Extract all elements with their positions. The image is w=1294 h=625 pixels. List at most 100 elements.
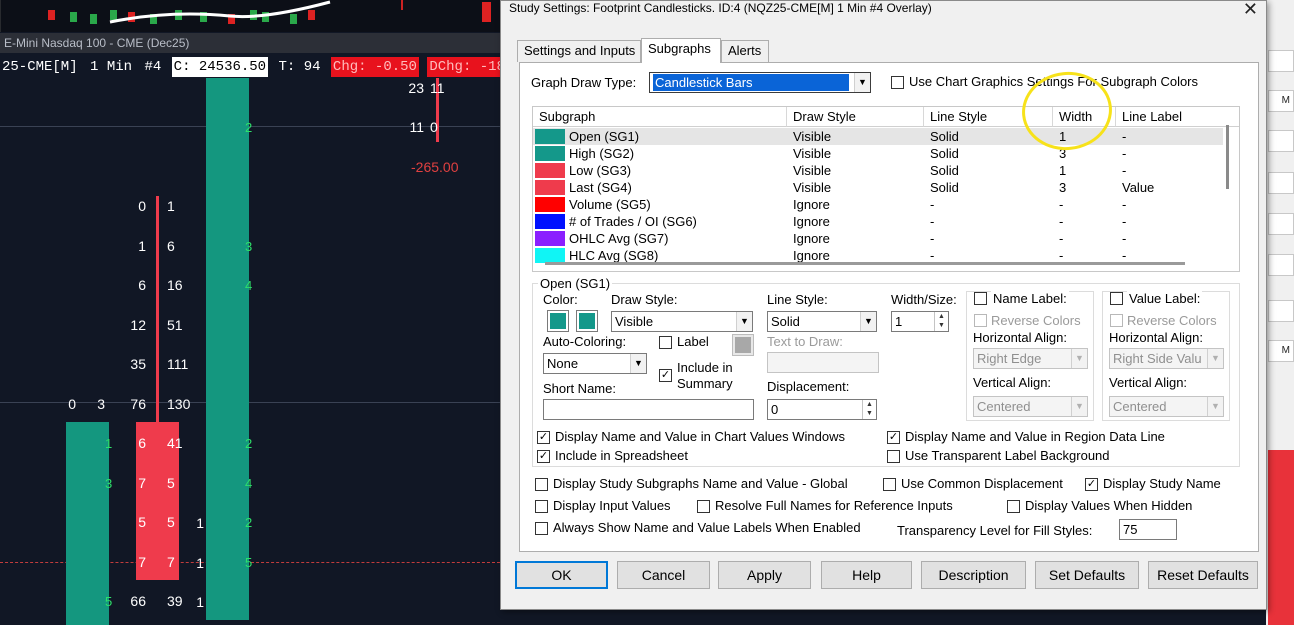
display-study-name-checkbox[interactable]: ✓: [1085, 478, 1098, 491]
spinner-arrows-icon[interactable]: ▲ ▼: [934, 312, 948, 331]
name-reverse-colors-checkbox[interactable]: [974, 314, 987, 327]
apply-button[interactable]: Apply: [718, 561, 811, 589]
value-reverse-colors-checkbox[interactable]: [1110, 314, 1123, 327]
value-horizontal-align-select[interactable]: Right Side Valu ▼: [1109, 348, 1224, 369]
subgraph-color-swatch[interactable]: [535, 214, 565, 229]
grid-vertical-scrollbar[interactable]: [1223, 109, 1233, 269]
display-input-values-checkbox[interactable]: [535, 500, 548, 513]
close-icon[interactable]: ✕: [1243, 0, 1258, 20]
displacement-input[interactable]: 0 ▲ ▼: [767, 399, 877, 420]
text-to-draw-input[interactable]: [767, 352, 879, 373]
subgraph-color-swatch[interactable]: [535, 163, 565, 178]
footprint-ask: 1: [167, 198, 175, 214]
grid-row[interactable]: Volume (SG5) Ignore - - -: [533, 196, 1223, 213]
set-defaults-button[interactable]: Set Defaults: [1035, 561, 1139, 589]
grid-horizontal-scrollbar[interactable]: [545, 262, 1185, 265]
primary-color-swatch[interactable]: [547, 310, 569, 332]
cancel-button[interactable]: Cancel: [617, 561, 710, 589]
grid-cell-line: -: [930, 197, 935, 212]
use-transparent-bg-checkbox[interactable]: [887, 450, 900, 463]
toolbar-button[interactable]: [1268, 300, 1294, 322]
toolbar-button[interactable]: [1268, 254, 1294, 276]
secondary-color-swatch[interactable]: [576, 310, 598, 332]
mini-bar: [90, 14, 97, 24]
auto-coloring-select[interactable]: None ▼: [543, 353, 647, 374]
grid-row[interactable]: # of Trades / OI (SG6) Ignore - - -: [533, 213, 1223, 230]
include-spreadsheet-checkbox[interactable]: ✓: [537, 450, 550, 463]
always-show-labels-label: Always Show Name and Value Labels When E…: [553, 520, 861, 535]
value-label-checkbox[interactable]: [1110, 292, 1123, 305]
toolbar-button[interactable]: [1268, 130, 1294, 152]
draw-style-value: Visible: [615, 314, 654, 329]
chart-window-title: E-Mini Nasdaq 100 - CME (Dec25): [0, 33, 500, 53]
line-style-select[interactable]: Solid ▼: [767, 311, 877, 332]
name-label-checkbox[interactable]: [974, 292, 987, 305]
grid-cell-name: # of Trades / OI (SG6): [569, 214, 697, 229]
draw-style-select[interactable]: Visible ▼: [611, 311, 753, 332]
graph-draw-type-label: Graph Draw Type:: [531, 75, 637, 90]
grid-cell-width: 1: [1059, 163, 1067, 178]
tab-subgraphs[interactable]: Subgraphs: [641, 38, 721, 63]
width-size-input[interactable]: 1 ▲ ▼: [891, 311, 949, 332]
tab-alerts[interactable]: Alerts: [721, 40, 769, 62]
toolbar-button[interactable]: M: [1268, 90, 1294, 112]
description-button[interactable]: Description: [921, 561, 1026, 589]
subgraph-color-swatch[interactable]: [535, 248, 565, 263]
toolbar-button[interactable]: M: [1268, 340, 1294, 362]
grid-cell-label: -: [1122, 197, 1127, 212]
always-show-labels-checkbox[interactable]: [535, 522, 548, 535]
name-reverse-colors-label: Reverse Colors: [991, 313, 1081, 328]
subgraph-color-swatch[interactable]: [535, 180, 565, 195]
grid-row[interactable]: High (SG2) Visible Solid 3-: [533, 145, 1223, 162]
label-checkbox[interactable]: [659, 336, 672, 349]
include-summary-checkbox[interactable]: ✓: [659, 369, 672, 382]
tab-settings-and-inputs[interactable]: Settings and Inputs: [517, 40, 641, 62]
subgraph-color-swatch[interactable]: [535, 231, 565, 246]
green-mark: 5: [105, 594, 113, 609]
display-region-data-checkbox[interactable]: ✓: [887, 431, 900, 444]
ok-button[interactable]: OK: [515, 561, 608, 589]
display-subgraphs-global-checkbox[interactable]: [535, 478, 548, 491]
grid-cell-name: Volume (SG5): [569, 197, 651, 212]
use-chart-graphics-checkbox[interactable]: [891, 76, 904, 89]
value-vertical-align-select[interactable]: Centered ▼: [1109, 396, 1224, 417]
scroll-thumb[interactable]: [1226, 125, 1229, 189]
display-values-hidden-checkbox[interactable]: [1007, 500, 1020, 513]
mini-bars: [48, 10, 315, 24]
transparency-input[interactable]: 75: [1119, 519, 1177, 540]
grid-cell-width: -: [1059, 214, 1064, 229]
grid-header-line-label[interactable]: Line Label: [1116, 107, 1239, 127]
label-color-swatch[interactable]: [732, 334, 754, 356]
short-name-input[interactable]: [543, 399, 754, 420]
grid-cell-line: -: [930, 231, 935, 246]
grid-row[interactable]: OHLC Avg (SG7) Ignore - - -: [533, 230, 1223, 247]
subgraph-color-swatch[interactable]: [535, 129, 565, 144]
name-horizontal-align-select[interactable]: Right Edge ▼: [973, 348, 1088, 369]
grid-row[interactable]: Low (SG3) Visible Solid 1 -: [533, 162, 1223, 179]
green-mark: 2: [245, 120, 253, 135]
spinner-arrows-icon[interactable]: ▲ ▼: [862, 400, 876, 419]
use-common-displacement-checkbox[interactable]: [883, 478, 896, 491]
grid-header-draw-style[interactable]: Draw Style: [787, 107, 924, 127]
subgraph-color-swatch[interactable]: [535, 197, 565, 212]
toolbar-button[interactable]: [1268, 50, 1294, 72]
grid-cell-draw: Ignore: [793, 214, 830, 229]
subgraph-color-swatch[interactable]: [535, 146, 565, 161]
line-style-label: Line Style:: [767, 292, 828, 307]
graph-draw-type-select[interactable]: Candlestick Bars ▼: [649, 72, 871, 93]
use-transparent-bg-label: Use Transparent Label Background: [905, 448, 1110, 463]
footprint-bid: 7: [138, 474, 146, 491]
toolbar-button[interactable]: [1268, 172, 1294, 194]
resolve-full-names-checkbox[interactable]: [697, 500, 710, 513]
chevron-down-icon: ▼: [1207, 349, 1223, 368]
help-button[interactable]: Help: [821, 561, 912, 589]
green-candle-body: [66, 422, 109, 625]
name-vertical-align-select[interactable]: Centered ▼: [973, 396, 1088, 417]
reset-defaults-button[interactable]: Reset Defaults: [1148, 561, 1258, 589]
grid-row[interactable]: Open (SG1) Visible Solid 1-: [533, 128, 1223, 145]
display-chart-values-checkbox[interactable]: ✓: [537, 431, 550, 444]
grid-row[interactable]: Last (SG4) Visible Solid 3 Value: [533, 179, 1223, 196]
toolbar-button[interactable]: [1268, 213, 1294, 235]
grid-header-subgraph[interactable]: Subgraph: [533, 107, 787, 127]
subgraph-grid[interactable]: Subgraph Draw Style Line Style Width Lin…: [532, 106, 1240, 272]
